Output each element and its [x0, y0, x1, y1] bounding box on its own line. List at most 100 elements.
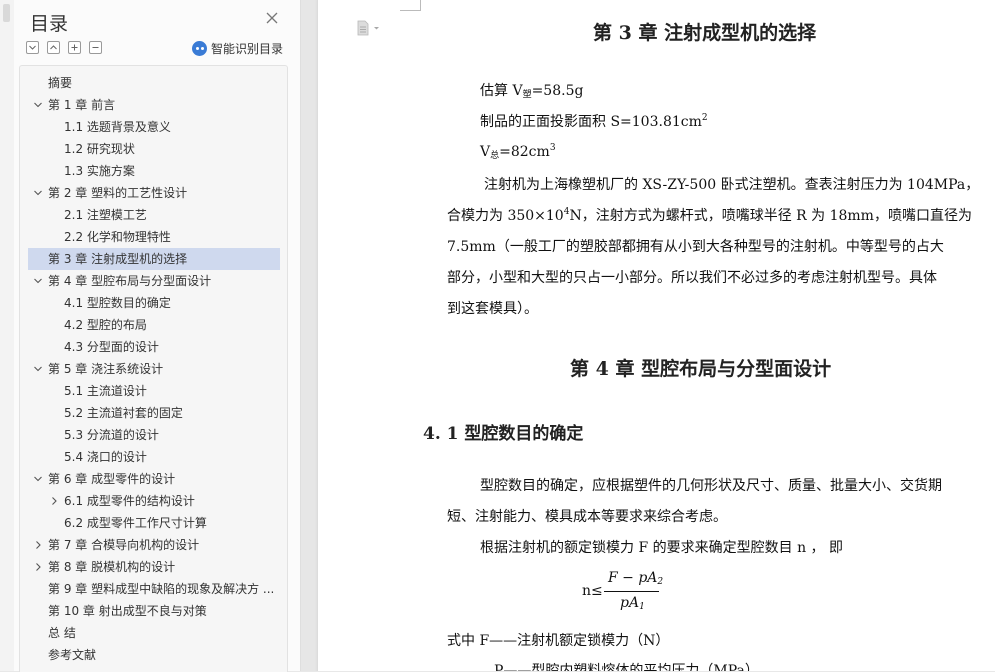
add-heading-button[interactable]	[68, 41, 81, 54]
formula-numerator: F − pA2	[608, 570, 663, 587]
section-4-1-title: 4. 1 型腔数目的确定	[423, 424, 584, 444]
text: 估算 V	[480, 83, 523, 99]
toc-title: 目录	[30, 13, 69, 35]
paragraph-line: 部分，小型和大型的只占一小部分。所以我们不必过多的考虑注射机型号。具体	[447, 270, 937, 286]
remove-heading-button[interactable]	[89, 41, 102, 54]
toc-item[interactable]: 2.2 化学和物理特性	[20, 226, 287, 248]
formula-definition-line: P——型腔内塑料熔体的平均压力（MPa）	[494, 663, 759, 671]
toc-item-label: 5.2 主流道衬套的固定	[64, 406, 183, 420]
toc-item[interactable]: 5.2 主流道衬套的固定	[20, 402, 287, 424]
toc-item-label: 6.2 成型零件工作尺寸计算	[64, 516, 207, 530]
toc-item-label: 第 4 章 型腔布局与分型面设计	[48, 274, 212, 288]
collapse-all-button[interactable]	[47, 41, 60, 54]
chevron-down-icon[interactable]	[32, 94, 44, 116]
toc-item-label: 4.3 分型面的设计	[64, 340, 159, 354]
subscript: 塑	[522, 90, 532, 100]
toc-list-container: 摘要第 1 章 前言 1.1 选题背景及意义 1.2 研究现状 1.3 实施方案第 2…	[19, 65, 288, 672]
toc-item-label: 第 8 章 脱模机构的设计	[48, 560, 176, 574]
text: F − pA	[608, 570, 658, 586]
superscript: 2	[701, 113, 708, 123]
toc-item-label: 第 6 章 成型零件的设计	[48, 472, 176, 486]
toc-panel: 目录 智能识别目录 摘要第 1 章 前言 1.1 选题背景及意义 1.2 研究现状 1…	[14, 0, 301, 672]
close-icon[interactable]	[264, 10, 280, 26]
expand-all-button[interactable]	[26, 41, 39, 54]
toc-item[interactable]: 6.2 成型零件工作尺寸计算	[20, 512, 287, 534]
paragraph-line: 型腔数目的确定，应根据塑件的几何形状及尺寸、质量、批量大小、交货期	[480, 478, 942, 494]
toc-item[interactable]: 1.1 选题背景及意义	[20, 116, 287, 138]
toc-toolbar	[26, 41, 102, 54]
chevron-down-icon[interactable]	[32, 270, 44, 292]
page-options-icon[interactable]	[356, 20, 384, 36]
toc-item-label: 第 5 章 浇注系统设计	[48, 362, 164, 376]
toc-item[interactable]: 1.3 实施方案	[20, 160, 287, 182]
toc-item-label: 1.1 选题背景及意义	[64, 120, 171, 134]
toc-item-active[interactable]: 第 3 章 注射成型机的选择	[28, 248, 280, 270]
toc-item-label: 4.2 型腔的布局	[64, 318, 147, 332]
text: N，注射方式为螺杆式，喷嘴球半径 R 为 18mm，喷嘴口直径为	[569, 208, 972, 224]
left-side-strip	[0, 0, 15, 671]
page-corner-mark	[400, 0, 421, 11]
formula-denominator: pA1	[620, 595, 645, 612]
toc-item-label: 第 2 章 塑料的工艺性设计	[48, 186, 188, 200]
chapter-3-title: 第 3 章 注射成型机的选择	[593, 22, 817, 44]
toc-item[interactable]: 4.3 分型面的设计	[20, 336, 287, 358]
total-volume-line: V总=82cm3	[480, 143, 556, 161]
chevron-down-icon[interactable]	[32, 182, 44, 204]
chevron-down-icon[interactable]	[32, 468, 44, 490]
toc-item[interactable]: 总 结	[20, 622, 287, 644]
toc-item-label: 2.1 注塑模工艺	[64, 208, 147, 222]
toc-item[interactable]: 6.1 成型零件的结构设计	[20, 490, 287, 512]
toc-item[interactable]: 参考文献	[20, 644, 287, 666]
chevron-right-icon[interactable]	[32, 556, 44, 578]
toc-item[interactable]: 第 4 章 型腔布局与分型面设计	[20, 270, 287, 292]
toc-item-label: 第 7 章 合模导向机构的设计	[48, 538, 200, 552]
toc-item[interactable]: 第 9 章 塑料成型中缺陷的现象及解决方 ...	[20, 578, 287, 600]
projected-area-line: 制品的正面投影面积 S=103.81cm2	[480, 111, 708, 131]
toc-item[interactable]: 5.3 分流道的设计	[20, 424, 287, 446]
toc-item-label: 5.1 主流道设计	[64, 384, 147, 398]
toc-item-label: 总 结	[48, 626, 76, 640]
toc-item[interactable]: 4.1 型腔数目的确定	[20, 292, 287, 314]
toc-item[interactable]: 2.1 注塑模工艺	[20, 204, 287, 226]
smart-assistant-icon	[192, 41, 207, 56]
toc-item[interactable]: 第 1 章 前言	[20, 94, 287, 116]
toc-item[interactable]: 第 6 章 成型零件的设计	[20, 468, 287, 490]
chevron-right-icon[interactable]	[32, 534, 44, 556]
text: pA	[620, 595, 640, 611]
toc-item-label: 4.1 型腔数目的确定	[64, 296, 171, 310]
chevron-down-icon[interactable]	[32, 358, 44, 380]
document-page: 第 3 章 注射成型机的选择 估算 V塑=58.5g 制品的正面投影面积 S=1…	[318, 0, 995, 671]
toc-item[interactable]: 第 5 章 浇注系统设计	[20, 358, 287, 380]
toc-item[interactable]: 4.2 型腔的布局	[20, 314, 287, 336]
toc-list: 摘要第 1 章 前言 1.1 选题背景及意义 1.2 研究现状 1.3 实施方案第 2…	[20, 72, 287, 666]
toc-item-label: 第 3 章 注射成型机的选择	[48, 252, 188, 266]
fraction-bar	[604, 591, 659, 592]
toc-item-label: 6.1 成型零件的结构设计	[64, 494, 195, 508]
toc-item[interactable]: 第 10 章 射出成型不良与对策	[20, 600, 287, 622]
toc-item-label: 2.2 化学和物理特性	[64, 230, 171, 244]
toc-item[interactable]: 5.1 主流道设计	[20, 380, 287, 402]
paragraph-line: 7.5mm（一般工厂的塑胶部都拥有从小到大各种型号的注射机。中等型号的占大	[447, 239, 944, 255]
toc-item[interactable]: 第 7 章 合模导向机构的设计	[20, 534, 287, 556]
toc-item-label: 第 1 章 前言	[48, 98, 116, 112]
smart-toc-button[interactable]: 智能识别目录	[192, 40, 283, 57]
estimate-volume-line: 估算 V塑=58.5g	[480, 80, 583, 100]
toc-item-label: 摘要	[48, 76, 73, 90]
chevron-right-icon[interactable]	[48, 490, 60, 512]
toc-item[interactable]: 1.2 研究现状	[20, 138, 287, 160]
toc-item[interactable]: 第 8 章 脱模机构的设计	[20, 556, 287, 578]
text: 制品的正面投影面积 S=103.81cm	[480, 114, 702, 130]
text: 合模力为 350×10	[447, 208, 564, 224]
subscript: 总	[490, 151, 500, 161]
text: V	[480, 144, 491, 160]
side-strip-handle[interactable]	[3, 4, 10, 22]
chapter-4-title: 第 4 章 型腔布局与分型面设计	[570, 358, 832, 380]
document-area: 第 3 章 注射成型机的选择 估算 V塑=58.5g 制品的正面投影面积 S=1…	[301, 0, 995, 671]
toc-item-label: 1.3 实施方案	[64, 164, 135, 178]
paragraph-line: 注射机为上海橡塑机厂的 XS-ZY-500 卧式注塑机。查表注射压力为 104M…	[484, 177, 980, 193]
formula-lhs: n≤	[582, 583, 603, 599]
toc-item[interactable]: 摘要	[20, 72, 287, 94]
toc-item[interactable]: 第 2 章 塑料的工艺性设计	[20, 182, 287, 204]
subscript: 1	[639, 602, 645, 612]
toc-item[interactable]: 5.4 浇口的设计	[20, 446, 287, 468]
